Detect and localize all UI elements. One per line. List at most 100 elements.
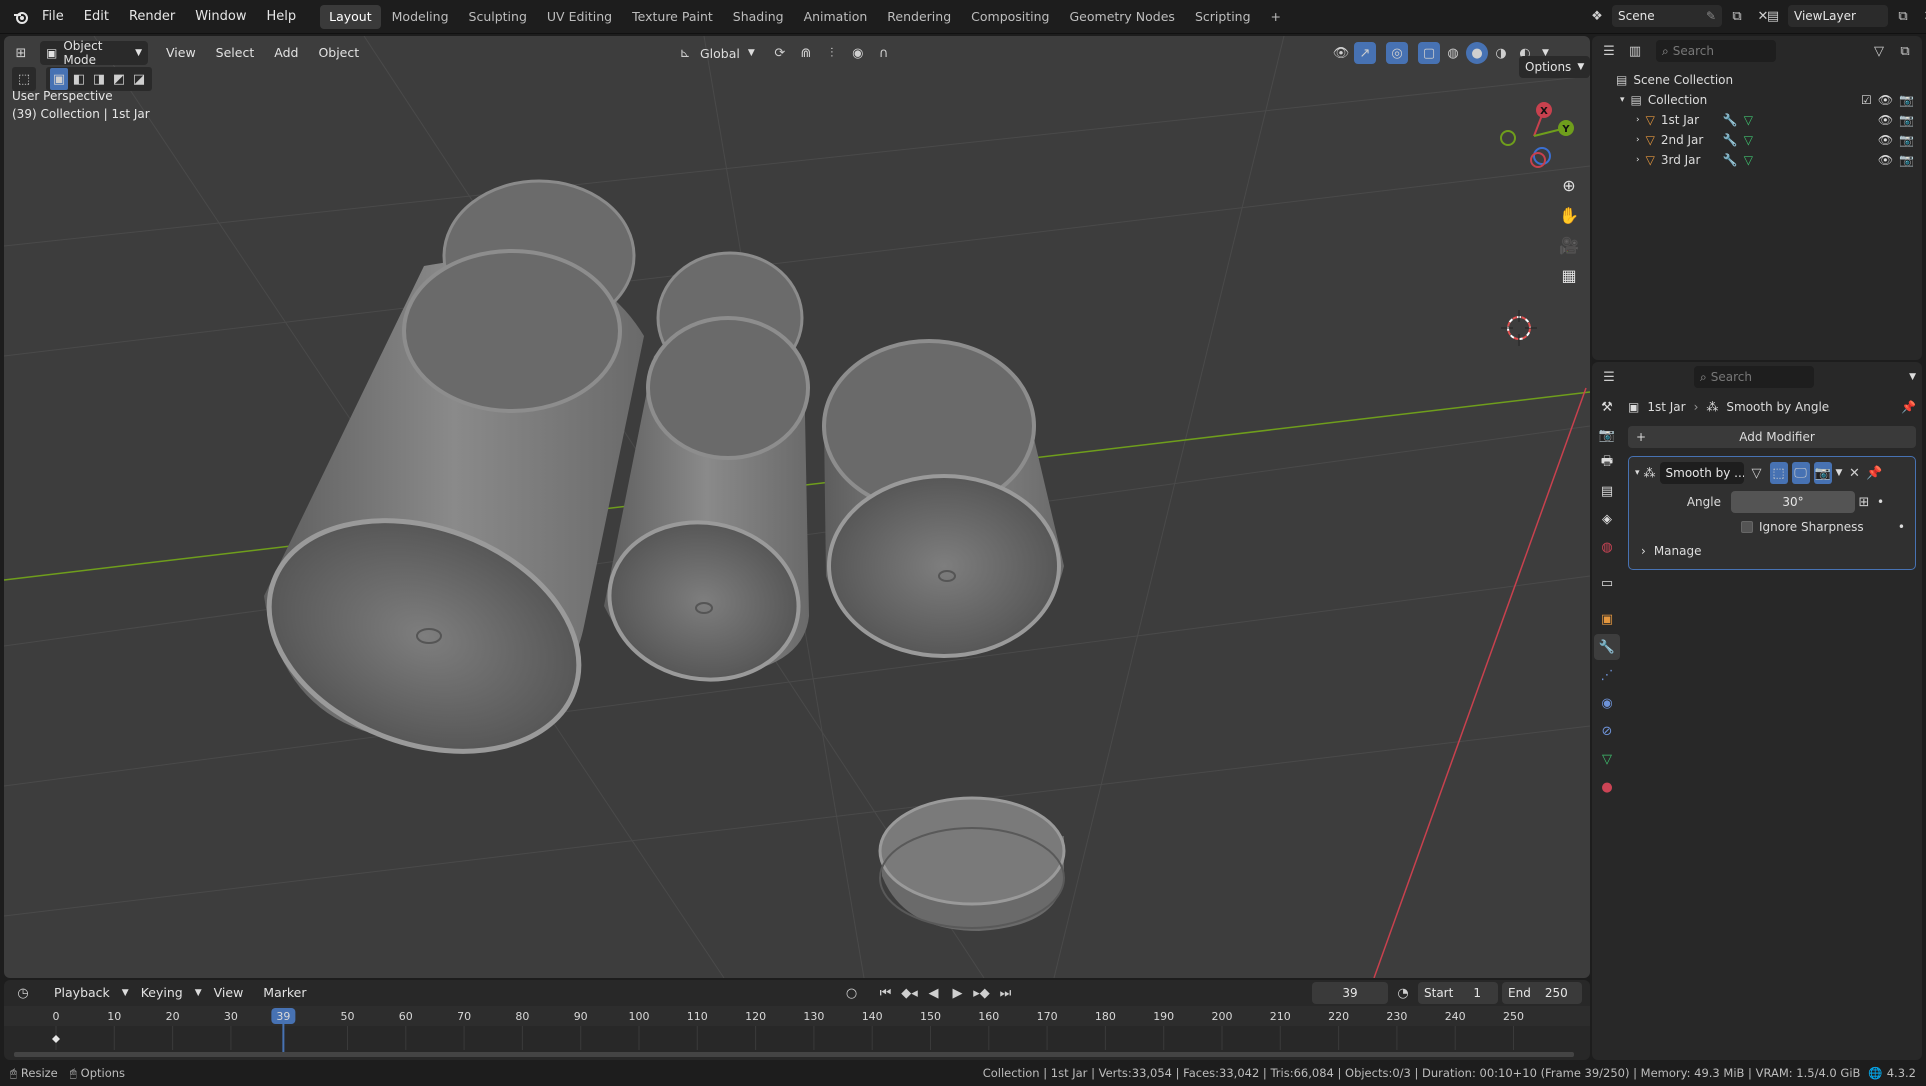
pin-icon[interactable]: 📌 — [1901, 400, 1916, 414]
eye-icon[interactable]: 👁 — [1878, 113, 1893, 127]
modifier-wrench-icon[interactable]: 🔧 — [1723, 133, 1738, 147]
timeline-editor-icon[interactable]: ◷ — [12, 982, 34, 1004]
chevron-down-icon[interactable]: ▼ — [1836, 468, 1843, 478]
collection-row[interactable]: ▾ ▤ Collection ☑ 👁 📷 — [1592, 90, 1922, 110]
new-collection-icon[interactable]: ⧉ — [1894, 40, 1916, 62]
viewport-options-button[interactable]: Options ▼ — [1519, 56, 1590, 78]
chevron-right-icon[interactable]: › — [1636, 115, 1640, 125]
scene-collection-row[interactable]: ▤ Scene Collection — [1592, 70, 1922, 90]
jar-3[interactable] — [822, 339, 1064, 658]
filter-icon[interactable]: ▽ — [1868, 40, 1890, 62]
play-reverse-icon[interactable]: ◀ — [923, 982, 945, 1004]
data-tab-icon[interactable]: ▽ — [1594, 746, 1620, 772]
new-view-layer-icon[interactable]: ⧉ — [1892, 5, 1914, 27]
visibility-icon[interactable]: 👁 — [1330, 42, 1352, 64]
camera-view-icon[interactable]: 🎥 — [1554, 230, 1584, 260]
auto-keying-icon[interactable]: ○ — [841, 982, 863, 1004]
tab-rendering[interactable]: Rendering — [878, 5, 960, 29]
start-frame-field[interactable]: Start 1 — [1418, 982, 1498, 1004]
viewport-menu-object[interactable]: Object — [310, 41, 367, 65]
jar-1[interactable] — [237, 179, 644, 792]
chevron-down-icon[interactable]: ▼ — [1909, 372, 1916, 382]
new-scene-icon[interactable]: ⧉ — [1726, 5, 1748, 27]
render-tab-icon[interactable]: 📷 — [1594, 422, 1620, 448]
modifier-wrench-icon[interactable]: 🔧 — [1723, 153, 1738, 167]
wireframe-shading-icon[interactable]: ◍ — [1442, 42, 1464, 64]
view-layer-icon[interactable]: ▤ — [1762, 5, 1784, 27]
proportional-editing-icon[interactable]: ◉ — [847, 42, 869, 64]
timeline-menu-view[interactable]: View — [206, 981, 252, 1005]
close-icon[interactable]: ✕ — [1846, 462, 1862, 484]
eye-icon[interactable]: 👁 — [1878, 93, 1893, 107]
editmode-toggle-icon[interactable]: ▽ — [1748, 462, 1766, 484]
timeline-menu-keying[interactable]: Keying — [133, 981, 191, 1005]
output-tab-icon[interactable]: 🖶 — [1594, 450, 1620, 476]
material-shading-icon[interactable]: ◑ — [1490, 42, 1512, 64]
overlays-toggle-icon[interactable]: ◎ — [1386, 42, 1408, 64]
tool-tab-icon[interactable]: ⚒ — [1594, 394, 1620, 420]
menu-render[interactable]: Render — [119, 0, 185, 34]
timeline-scrollbar[interactable] — [14, 1052, 1574, 1057]
node-socket-icon[interactable]: ⊞ — [1855, 491, 1873, 513]
camera-icon[interactable]: 📷 — [1899, 113, 1914, 127]
solid-shading-icon[interactable]: ● — [1466, 42, 1488, 64]
camera-icon[interactable]: 📷 — [1899, 93, 1914, 107]
collection-tab-icon[interactable]: ▭ — [1594, 570, 1620, 596]
tab-compositing[interactable]: Compositing — [962, 5, 1058, 29]
tab-animation[interactable]: Animation — [795, 5, 877, 29]
particles-tab-icon[interactable]: ⋰ — [1594, 662, 1620, 688]
current-frame-field[interactable]: 39 — [1312, 982, 1388, 1004]
tab-texture-paint[interactable]: Texture Paint — [623, 5, 722, 29]
tab-uv-editing[interactable]: UV Editing — [538, 5, 621, 29]
outliner-editor-icon[interactable]: ☰ — [1598, 40, 1620, 62]
prev-keyframe-icon[interactable]: ◆◂ — [899, 982, 921, 1004]
camera-icon[interactable]: 📷 — [1899, 153, 1914, 167]
tab-shading[interactable]: Shading — [724, 5, 793, 29]
constraints-tab-icon[interactable]: ⊘ — [1594, 718, 1620, 744]
3d-cursor-icon[interactable] — [1501, 310, 1537, 346]
menu-window[interactable]: Window — [185, 0, 256, 34]
delete-view-layer-icon[interactable]: ✕ — [1918, 5, 1926, 27]
keyframe-dot-icon[interactable]: • — [1898, 520, 1905, 534]
scene-tab-icon[interactable]: ◈ — [1594, 506, 1620, 532]
timeline-menu-marker[interactable]: Marker — [255, 981, 314, 1005]
outliner-item-3rd-jar[interactable]: › ▽ 3rd Jar 🔧 ▽ 👁 📷 — [1592, 150, 1922, 170]
modifier-wrench-icon[interactable]: 🔧 — [1723, 113, 1738, 127]
collapse-chevron-icon[interactable]: ▾ — [1635, 468, 1640, 478]
viewport-display-toggle-icon[interactable]: 🖵 — [1791, 462, 1810, 484]
scene-field[interactable]: Scene ✎ — [1612, 5, 1722, 27]
render-toggle-icon[interactable]: 📷 — [1813, 462, 1832, 484]
pivot-point-icon[interactable]: ⟳ — [769, 42, 791, 64]
scene-icon[interactable]: ❖ — [1586, 5, 1608, 27]
tab-sculpting[interactable]: Sculpting — [460, 5, 536, 29]
ignore-sharpness-checkbox[interactable] — [1741, 521, 1753, 533]
manage-subpanel[interactable]: › Manage — [1635, 539, 1909, 563]
timeline-ruler[interactable]: 0 10 20 30 39 50 60 70 80 90 100 110 120 130 140 150 160… — [4, 1006, 1590, 1060]
jump-start-icon[interactable]: ⏮ — [875, 982, 897, 1004]
eye-icon[interactable]: 👁 — [1878, 133, 1893, 147]
gizmo-neg-x-handle[interactable] — [1530, 152, 1546, 168]
cage-toggle-icon[interactable]: ⬚ — [1769, 462, 1788, 484]
transform-orientation-dropdown[interactable]: Global — [700, 46, 740, 61]
falloff-icon[interactable]: ∩ — [873, 42, 895, 64]
properties-search[interactable]: ⌕ Search — [1694, 366, 1814, 388]
menu-edit[interactable]: Edit — [74, 0, 119, 34]
next-keyframe-icon[interactable]: ▸◆ — [971, 982, 993, 1004]
snap-target-icon[interactable]: ⫶ — [821, 42, 843, 64]
checkbox-icon[interactable]: ☑ — [1861, 93, 1872, 107]
tab-geometry-nodes[interactable]: Geometry Nodes — [1061, 5, 1184, 29]
gizmo-z-handle[interactable] — [1533, 147, 1551, 165]
chevron-right-icon[interactable]: › — [1636, 155, 1640, 165]
zoom-icon[interactable]: ⊕ — [1554, 170, 1584, 200]
outliner-search[interactable]: ⌕ Search — [1656, 40, 1776, 62]
mesh-data-icon[interactable]: ▽ — [1744, 133, 1753, 147]
modifier-tab-icon[interactable]: 🔧 — [1594, 634, 1620, 660]
view-layer-field[interactable]: ViewLayer — [1788, 5, 1888, 27]
add-modifier-button[interactable]: + Add Modifier — [1628, 426, 1916, 448]
object-tab-icon[interactable]: ▣ — [1594, 606, 1620, 632]
physics-tab-icon[interactable]: ◉ — [1594, 690, 1620, 716]
chevron-right-icon[interactable]: › — [1636, 135, 1640, 145]
jump-end-icon[interactable]: ⏭ — [995, 982, 1017, 1004]
pan-hand-icon[interactable]: ✋ — [1554, 200, 1584, 230]
end-frame-field[interactable]: End 250 — [1502, 982, 1582, 1004]
